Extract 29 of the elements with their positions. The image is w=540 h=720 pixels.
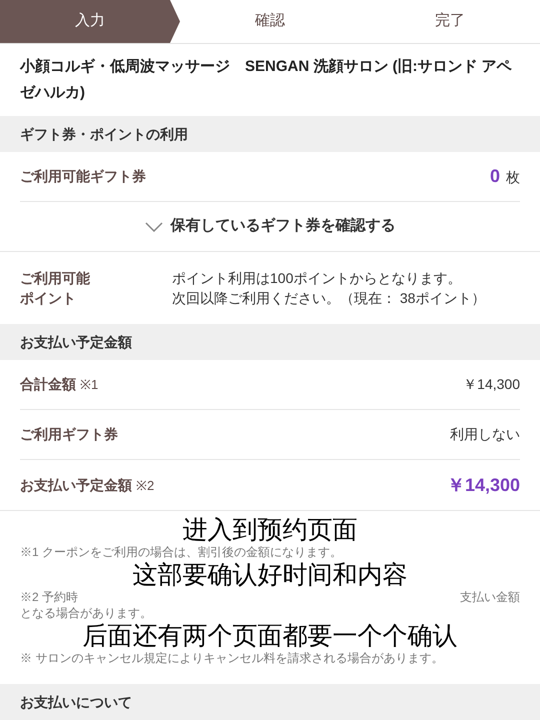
payment-value: ￥14,300 <box>463 375 520 394</box>
section-header: お支払いについて <box>0 684 540 720</box>
footnote-text: ※2 予約時 <box>20 589 78 605</box>
section-header: お支払い予定金額 <box>0 324 540 360</box>
section-header: ギフト券・ポイントの利用 <box>0 116 540 152</box>
gift-label: ご利用可能ギフト券 <box>20 167 146 186</box>
payment-label: お支払い予定金額 <box>20 476 132 494</box>
points-message: 次回以降ご利用ください。（現在： 38ポイント） <box>172 289 486 308</box>
payment-label: 合計金額 <box>20 375 76 394</box>
show-gift-cards-link[interactable]: 保有しているギフト券を確認する <box>0 202 540 252</box>
video-caption: 后面还有两个页面都要一个个确认 <box>82 621 458 650</box>
salon-name: 小顔コルギ・低周波マッサージ SENGAN 洗顔サロン (旧:サロンド アペゼハルカ) <box>18 57 513 103</box>
progress-step: 入力 <box>0 0 180 43</box>
gift-unit: 枚 <box>506 168 520 187</box>
footnote-text: 支払い金額 <box>460 589 520 605</box>
payment-label: ご利用ギフト券 <box>20 425 118 444</box>
footnote-mark: ※2 <box>136 476 154 494</box>
video-caption: 这部要确认好时间和内容 <box>132 560 408 589</box>
points-label: ご利用可能ポイント <box>20 269 91 308</box>
chevron-down-icon <box>144 222 162 232</box>
footnote-text: ※1 クーポンをご利用の場合は、割引後の金額になります。 <box>20 544 344 560</box>
payment-value: 利用しない <box>450 425 520 444</box>
footnote-text: ※ サロンのキャンセル規定によりキャンセル料を請求される場合があります。 <box>20 650 444 666</box>
footnote-text: となる場合があります。 <box>20 605 153 621</box>
total-amount: ￥14,300 <box>446 474 520 496</box>
video-caption: 进入到预约页面 <box>182 515 358 544</box>
points-message: ポイント利用は100ポイントからとなります。 <box>172 269 462 288</box>
gift-count: 0 <box>490 165 500 188</box>
footnote-mark: ※1 <box>80 376 98 394</box>
